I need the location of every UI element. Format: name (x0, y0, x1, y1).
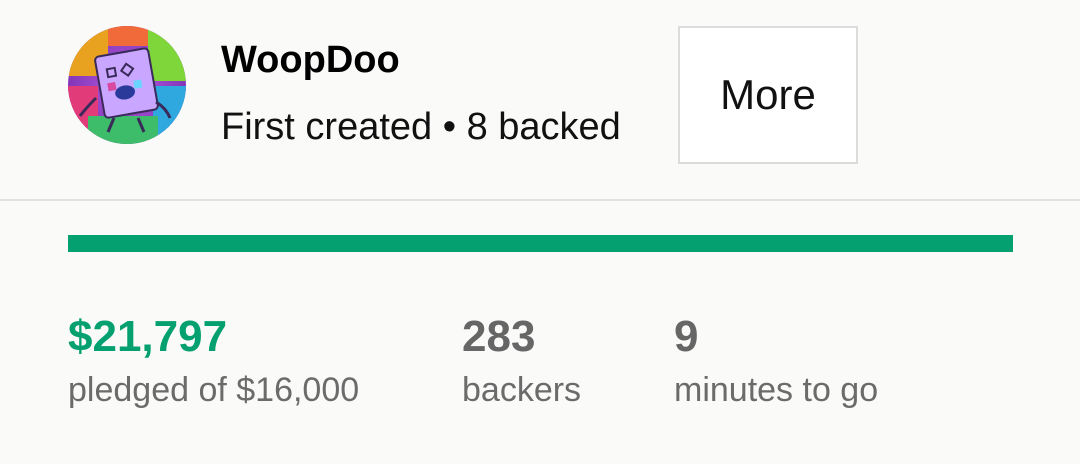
stat-backers: 283 backers (462, 312, 581, 410)
more-button[interactable]: More (678, 26, 858, 164)
divider (0, 199, 1080, 201)
time-left-label: minutes to go (674, 371, 879, 409)
creator-row: WoopDoo First created • 8 backed More (0, 0, 1080, 200)
stat-time-left: 9 minutes to go (674, 312, 878, 410)
funding-progress-bar (68, 235, 1013, 252)
creator-avatar-icon (68, 26, 186, 144)
backers-label: backers (462, 371, 582, 409)
creator-avatar[interactable] (68, 26, 186, 144)
stat-pledged: $21,797 pledged of $16,000 (68, 312, 359, 410)
backers-count: 283 (462, 312, 536, 361)
pledged-goal-label: pledged of $16,000 (68, 371, 360, 409)
pledged-amount: $21,797 (68, 312, 228, 361)
time-left-value: 9 (674, 312, 699, 361)
creator-name[interactable]: WoopDoo (221, 38, 400, 82)
creator-meta: First created • 8 backed (221, 106, 621, 148)
funding-progress-fill (68, 235, 1013, 252)
